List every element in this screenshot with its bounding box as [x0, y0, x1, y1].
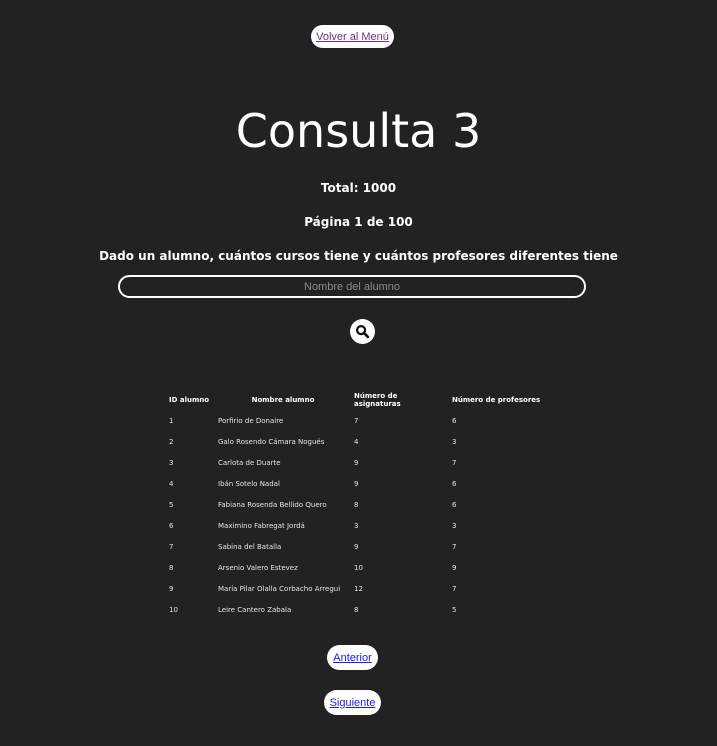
results-table: ID alumno Nombre alumno Número de asigna…: [166, 390, 545, 620]
cell-id: 7: [169, 542, 174, 551]
cell-name: Maximino Fabregat Jordá: [218, 521, 305, 530]
table-row: 9 María Pilar Olalla Corbacho Arregui 12 7: [166, 578, 545, 599]
cell-subjects: 10: [354, 563, 363, 572]
cell-teachers: 3: [452, 521, 457, 530]
table-row: 1 Porfirio de Donaire 7 6: [166, 410, 545, 431]
page: Volver al Menú Consulta 3 Total: 1000 Pá…: [0, 0, 717, 746]
cell-id: 5: [169, 500, 174, 509]
cell-name: Sabina del Batalla: [218, 542, 282, 551]
cell-subjects: 7: [354, 416, 359, 425]
cell-id: 2: [169, 437, 174, 446]
cell-name: Ibán Sotelo Nadal: [218, 479, 280, 488]
cell-id: 6: [169, 521, 174, 530]
cell-name: Leire Cantero Zabala: [218, 605, 292, 614]
cell-teachers: 6: [452, 479, 457, 488]
table-row: 8 Arsenio Valero Estevez 10 9: [166, 557, 545, 578]
cell-id: 4: [169, 479, 174, 488]
cell-subjects: 4: [354, 437, 359, 446]
cell-subjects: 8: [354, 500, 359, 509]
cell-name: Porfirio de Donaire: [218, 416, 284, 425]
cell-subjects: 3: [354, 521, 359, 530]
next-page-link[interactable]: Siguiente: [324, 690, 381, 715]
cell-teachers: 3: [452, 437, 457, 446]
cell-name: Arsenio Valero Estevez: [218, 563, 298, 572]
header-subjects: Número de asignaturas: [354, 392, 401, 408]
back-to-menu-link[interactable]: Volver al Menú: [311, 25, 394, 48]
header-id: ID alumno: [169, 396, 210, 404]
cell-id: 8: [169, 563, 174, 572]
total-count: Total: 1000: [320, 181, 397, 195]
table-row: 7 Sabina del Batalla 9 7: [166, 536, 545, 557]
cell-name: Carlota de Duarte: [218, 458, 281, 467]
header-name: Nombre alumno: [251, 396, 315, 404]
cell-id: 9: [169, 584, 174, 593]
search-button[interactable]: [350, 319, 375, 344]
table-row: 4 Ibán Sotelo Nadal 9 6: [166, 473, 545, 494]
page-title: Consulta 3: [235, 104, 482, 158]
table-row: 2 Galo Rosendo Cámara Nogués 4 3: [166, 431, 545, 452]
cell-subjects: 12: [354, 584, 363, 593]
cell-subjects: 9: [354, 479, 359, 488]
cell-id: 10: [169, 605, 178, 614]
table-row: 6 Maximino Fabregat Jordá 3 3: [166, 515, 545, 536]
cell-name: Galo Rosendo Cámara Nogués: [218, 437, 325, 446]
cell-teachers: 7: [452, 542, 457, 551]
table-body: 1 Porfirio de Donaire 7 6 2 Galo Rosendo Cáma…: [166, 410, 545, 620]
cell-name: Fabiana Rosenda Bellido Quero: [218, 500, 327, 509]
cell-id: 3: [169, 458, 174, 467]
query-description: Dado un alumno, cuántos cursos tiene y c…: [99, 249, 618, 263]
student-name-input[interactable]: [118, 275, 586, 298]
header-teachers: Número de profesores: [452, 396, 541, 404]
cell-teachers: 9: [452, 563, 457, 572]
cell-subjects: 9: [354, 458, 359, 467]
table-row: 3 Carlota de Duarte 9 7: [166, 452, 545, 473]
cell-teachers: 7: [452, 458, 457, 467]
table-header-row: ID alumno Nombre alumno Número de asigna…: [166, 390, 545, 410]
table-row: 5 Fabiana Rosenda Bellido Quero 8 6: [166, 494, 545, 515]
cell-teachers: 7: [452, 584, 457, 593]
previous-page-link[interactable]: Anterior: [327, 645, 378, 670]
cell-subjects: 8: [354, 605, 359, 614]
cell-id: 1: [169, 416, 174, 425]
cell-subjects: 9: [354, 542, 359, 551]
table-row: 10 Leire Cantero Zabala 8 5: [166, 599, 545, 620]
page-indicator: Página 1 de 100: [304, 215, 413, 229]
cell-teachers: 6: [452, 500, 457, 509]
cell-teachers: 5: [452, 605, 457, 614]
cell-teachers: 6: [452, 416, 457, 425]
cell-name: María Pilar Olalla Corbacho Arregui: [218, 584, 341, 593]
search-icon: [355, 324, 370, 339]
